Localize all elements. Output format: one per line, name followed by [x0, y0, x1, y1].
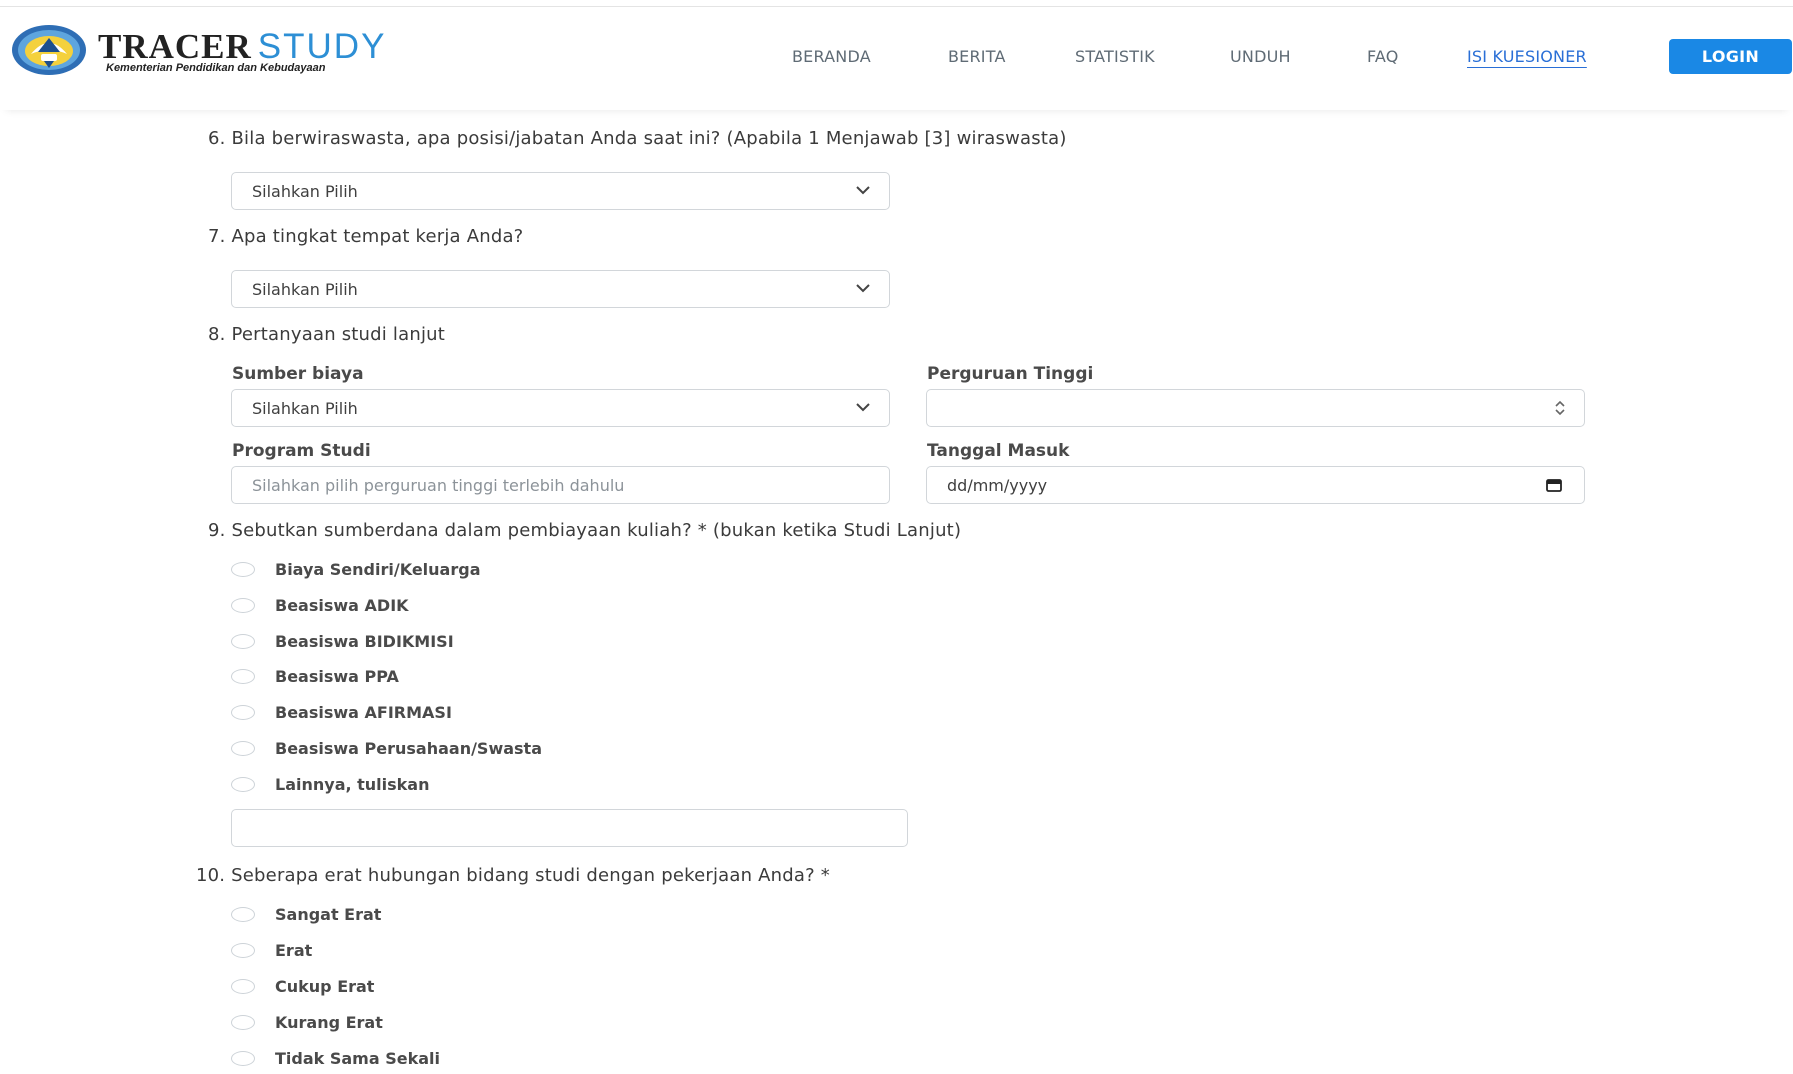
q9-option-label: Beasiswa ADIK — [275, 595, 409, 615]
q10-option-2[interactable]: Erat — [231, 938, 312, 962]
q9-option-label: Lainnya, tuliskan — [275, 774, 430, 794]
sort-updown-icon — [1555, 400, 1565, 416]
question-10: 10. Seberapa erat hubungan bidang studi … — [196, 865, 831, 886]
sumber-biaya-label: Sumber biaya — [232, 364, 364, 384]
radio-button[interactable] — [231, 740, 255, 756]
q10-option-label: Cukup Erat — [275, 976, 375, 996]
radio-button[interactable] — [231, 561, 255, 577]
q9-option-label: Beasiswa AFIRMASI — [275, 702, 452, 722]
nav-unduh[interactable]: UNDUH — [1230, 47, 1291, 66]
q10-option-4[interactable]: Kurang Erat — [231, 1010, 383, 1034]
q9-option-5[interactable]: Beasiswa AFIRMASI — [231, 700, 452, 724]
q9-other-text-input[interactable] — [231, 809, 908, 847]
q9-option-label: Beasiswa BIDIKMISI — [275, 631, 454, 651]
tanggal-masuk-label: Tanggal Masuk — [927, 441, 1070, 461]
nav-statistik[interactable]: STATISTIK — [1075, 47, 1155, 66]
radio-button[interactable] — [231, 906, 255, 922]
brand-secondary: STUDY — [257, 27, 387, 66]
q10-option-1[interactable]: Sangat Erat — [231, 902, 381, 926]
q9-option-7[interactable]: Lainnya, tuliskan — [231, 772, 430, 796]
radio-button[interactable] — [231, 776, 255, 792]
chevron-down-icon — [856, 284, 870, 293]
question-8: 8. Pertanyaan studi lanjut — [208, 324, 446, 345]
program-studi-label: Program Studi — [232, 441, 371, 461]
tanggal-masuk-value: dd/mm/yyyy — [947, 475, 1048, 495]
radio-button[interactable] — [231, 942, 255, 958]
program-studi-input[interactable]: Silahkan pilih perguruan tinggi terlebih… — [231, 466, 890, 504]
q6-position-select[interactable]: Silahkan Pilih — [231, 172, 890, 210]
question-7: 7. Apa tingkat tempat kerja Anda? — [208, 226, 524, 247]
perguruan-tinggi-select[interactable] — [926, 389, 1585, 427]
q7-select-value: Silahkan Pilih — [252, 279, 358, 299]
radio-button[interactable] — [231, 704, 255, 720]
nav-faq[interactable]: FAQ — [1367, 47, 1399, 66]
brand-primary: TRACER — [98, 27, 252, 66]
kemdikbud-logo-icon[interactable] — [11, 24, 87, 76]
brand-subtitle: Kementerian Pendidikan dan Kebudayaan — [106, 62, 326, 74]
question-6: 6. Bila berwiraswasta, apa posisi/jabata… — [208, 128, 1067, 149]
nav-beranda[interactable]: BERANDA — [792, 47, 871, 66]
program-studi-placeholder: Silahkan pilih perguruan tinggi terlebih… — [252, 475, 625, 495]
q10-option-label: Erat — [275, 940, 313, 960]
question-9: 9. Sebutkan sumberdana dalam pembiayaan … — [208, 520, 962, 541]
login-button[interactable]: LOGIN — [1669, 39, 1792, 74]
radio-button[interactable] — [231, 633, 255, 649]
radio-button[interactable] — [231, 597, 255, 613]
sumber-biaya-select[interactable]: Silahkan Pilih — [231, 389, 890, 427]
radio-button[interactable] — [231, 668, 255, 684]
chevron-down-icon — [856, 186, 870, 195]
nav-isi-kuesioner[interactable]: ISI KUESIONER — [1467, 47, 1587, 66]
sumber-biaya-value: Silahkan Pilih — [252, 398, 358, 418]
brand-title[interactable]: TRACER STUDY — [98, 27, 386, 67]
radio-button[interactable] — [231, 1050, 255, 1066]
q9-option-label: Beasiswa Perusahaan/Swasta — [275, 738, 542, 758]
q9-option-4[interactable]: Beasiswa PPA — [231, 664, 399, 688]
q9-option-6[interactable]: Beasiswa Perusahaan/Swasta — [231, 736, 542, 760]
radio-button[interactable] — [231, 1014, 255, 1030]
q9-option-2[interactable]: Beasiswa ADIK — [231, 593, 409, 617]
q10-option-label: Sangat Erat — [275, 904, 382, 924]
q6-select-value: Silahkan Pilih — [252, 181, 358, 201]
q10-option-3[interactable]: Cukup Erat — [231, 974, 374, 998]
q9-option-3[interactable]: Beasiswa BIDIKMISI — [231, 629, 454, 653]
tanggal-masuk-date-input[interactable]: dd/mm/yyyy — [926, 466, 1585, 504]
calendar-icon[interactable] — [1546, 479, 1562, 492]
chevron-down-icon — [856, 403, 870, 412]
q7-workplace-level-select[interactable]: Silahkan Pilih — [231, 270, 890, 308]
q10-option-5[interactable]: Tidak Sama Sekali — [231, 1046, 440, 1070]
perguruan-tinggi-label: Perguruan Tinggi — [927, 364, 1094, 384]
q9-option-1[interactable]: Biaya Sendiri/Keluarga — [231, 557, 480, 581]
q10-option-label: Tidak Sama Sekali — [275, 1048, 440, 1068]
q9-option-label: Biaya Sendiri/Keluarga — [275, 559, 481, 579]
q10-option-label: Kurang Erat — [275, 1012, 383, 1032]
q9-option-label: Beasiswa PPA — [275, 666, 399, 686]
radio-button[interactable] — [231, 978, 255, 994]
nav-berita[interactable]: BERITA — [948, 47, 1006, 66]
